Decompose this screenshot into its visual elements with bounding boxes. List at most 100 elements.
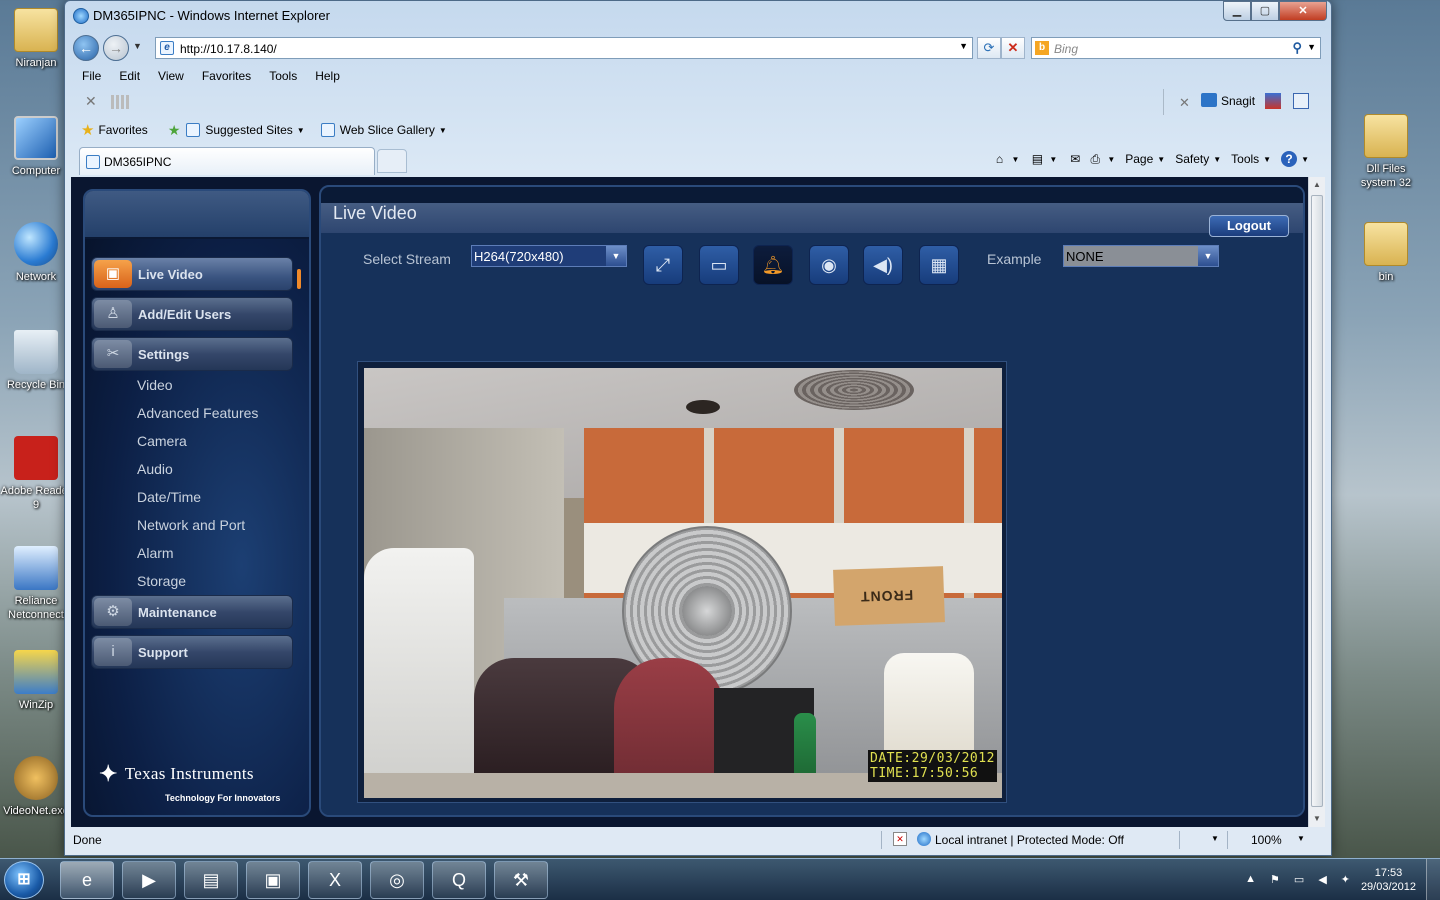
close-button[interactable]: ✕ <box>1279 1 1327 21</box>
chevron-down-icon[interactable]: ▼ <box>1263 155 1271 164</box>
print-icon[interactable]: ⎙ <box>1087 151 1103 167</box>
settings-subitem-camera[interactable]: Camera <box>137 433 187 449</box>
snapshot-button[interactable]: ▭ <box>699 245 739 285</box>
stop-button[interactable]: ✕ <box>1001 37 1025 59</box>
scroll-thumb[interactable] <box>1311 195 1323 807</box>
menu-file[interactable]: File <box>73 65 110 87</box>
zoom-dropdown-icon[interactable]: ▼ <box>1297 834 1305 843</box>
logout-button[interactable]: Logout <box>1209 215 1289 237</box>
settings-subitem-storage[interactable]: Storage <box>137 573 186 589</box>
new-tab-button[interactable] <box>377 149 407 173</box>
safety-menu-button[interactable]: Safety <box>1175 152 1209 166</box>
fullscreen-button[interactable]: ⤢ <box>643 245 683 285</box>
example-select[interactable]: NONE ▼ <box>1063 245 1219 267</box>
nav-live-video[interactable]: ▣ Live Video <box>91 257 293 291</box>
menu-help[interactable]: Help <box>306 65 349 87</box>
snagit-capture-icon[interactable] <box>1265 93 1281 109</box>
network-tray-icon[interactable]: ▭ <box>1294 873 1304 886</box>
minimize-button[interactable]: ▁ <box>1223 1 1251 21</box>
desktop-icon-winzip[interactable]: WinZip <box>0 650 72 712</box>
desktop-icon-recycle-bin[interactable]: Recycle Bin <box>0 330 72 392</box>
refresh-button[interactable]: ⟳ <box>977 37 1001 59</box>
search-placeholder[interactable]: Bing <box>1054 42 1078 56</box>
chevron-down-icon[interactable]: ▼ <box>1211 834 1219 843</box>
settings-subitem-alarm[interactable]: Alarm <box>137 545 174 561</box>
tab-dm365ipnc[interactable]: DM365IPNC <box>79 147 375 175</box>
chevron-down-icon[interactable]: ▼ <box>297 126 305 135</box>
settings-subitem-video[interactable]: Video <box>137 377 173 393</box>
scroll-up-icon[interactable]: ▲ <box>1309 177 1325 193</box>
tools-menu-button[interactable]: Tools <box>1231 152 1259 166</box>
alarm-button[interactable]: 🔔︎ <box>753 245 793 285</box>
connection-tray-icon[interactable]: ✦ <box>1341 873 1350 886</box>
favorites-button[interactable]: Favorites <box>98 123 147 137</box>
back-button[interactable]: ← <box>73 35 99 61</box>
chevron-down-icon[interactable]: ▼ <box>439 126 447 135</box>
chevron-down-icon[interactable]: ▼ <box>1011 155 1019 164</box>
chevron-down-icon[interactable]: ▼ <box>1213 155 1221 164</box>
taskbar-tools-button[interactable]: ⚒ <box>494 861 548 899</box>
record-button[interactable]: ◉ <box>809 245 849 285</box>
chevron-down-icon[interactable]: ▼ <box>1198 246 1218 266</box>
chevron-down-icon[interactable]: ▼ <box>1049 155 1057 164</box>
audio-button[interactable]: ◀) <box>863 245 903 285</box>
vertical-scrollbar[interactable]: ▲ ▼ <box>1308 177 1325 827</box>
taskbar-ie-button[interactable]: e <box>60 861 114 899</box>
show-desktop-button[interactable] <box>1426 859 1440 900</box>
recent-pages-dropdown-icon[interactable]: ▼ <box>133 41 142 51</box>
feeds-icon[interactable]: ▤ <box>1029 151 1045 167</box>
clock[interactable]: 17:53 29/03/2012 <box>1361 866 1416 894</box>
page-menu-button[interactable]: Page <box>1125 152 1153 166</box>
snagit-button[interactable]: Snagit <box>1221 94 1255 108</box>
settings-subitem-network-port[interactable]: Network and Port <box>137 517 245 533</box>
start-button[interactable]: ⊞ <box>4 861 44 899</box>
menu-favorites[interactable]: Favorites <box>193 65 260 87</box>
maximize-button[interactable]: ▢ <box>1251 1 1279 21</box>
volume-icon[interactable]: ◀ <box>1318 873 1326 886</box>
zoom-level[interactable]: 100% <box>1251 833 1282 847</box>
desktop-icon-niranjan[interactable]: Niranjan <box>0 8 72 70</box>
nav-settings[interactable]: ✂ Settings <box>91 337 293 371</box>
sd-card-button[interactable]: ▦ <box>919 245 959 285</box>
address-bar[interactable]: e http://10.17.8.140/ ▼ <box>155 37 973 59</box>
menu-edit[interactable]: Edit <box>110 65 149 87</box>
nav-maintenance[interactable]: ⚙ Maintenance <box>91 595 293 629</box>
home-icon[interactable]: ⌂ <box>991 151 1007 167</box>
web-slice-gallery-link[interactable]: Web Slice Gallery <box>340 123 435 137</box>
desktop-icon-network[interactable]: Network <box>0 222 72 284</box>
chevron-down-icon[interactable]: ▼ <box>1157 155 1165 164</box>
forward-button[interactable]: → <box>103 35 129 61</box>
settings-subitem-advanced-features[interactable]: Advanced Features <box>137 405 258 421</box>
taskbar-explorer-button[interactable]: ▤ <box>184 861 238 899</box>
chevron-down-icon[interactable]: ▼ <box>1107 155 1115 164</box>
help-icon[interactable]: ? <box>1281 151 1298 167</box>
search-icon[interactable]: ⚲ <box>1292 40 1302 56</box>
close-snagit-toolbar-icon[interactable]: ✕ <box>1179 95 1190 111</box>
close-toolbar-icon[interactable]: ✕ <box>85 93 97 110</box>
taskbar-qt-button[interactable]: Q <box>432 861 486 899</box>
menu-view[interactable]: View <box>149 65 193 87</box>
taskbar-remote-desktop-button[interactable]: ▣ <box>246 861 300 899</box>
show-hidden-icons-icon[interactable]: ▲ <box>1245 873 1256 886</box>
desktop-icon-adobe-reader[interactable]: Adobe Reader 9 <box>0 436 72 512</box>
desktop-icon-videonet[interactable]: VideoNet.exe <box>0 756 72 818</box>
stream-select[interactable]: H264(720x480) ▼ <box>471 245 627 267</box>
favorites-star-icon[interactable]: ★ <box>81 121 94 139</box>
title-bar[interactable]: DM365IPNC - Windows Internet Explorer ▁ … <box>65 1 1331 29</box>
address-dropdown-icon[interactable]: ▼ <box>959 41 968 51</box>
nav-support[interactable]: i Support <box>91 635 293 669</box>
nav-add-edit-users[interactable]: ♙ Add/Edit Users <box>91 297 293 331</box>
snagit-icon[interactable] <box>1201 93 1217 107</box>
desktop-icon-dll-files[interactable]: Dll Files system 32 <box>1350 114 1422 190</box>
taskbar-media-player-button[interactable]: ▶ <box>122 861 176 899</box>
settings-subitem-date-time[interactable]: Date/Time <box>137 489 201 505</box>
search-options-dropdown-icon[interactable]: ▼ <box>1307 42 1316 52</box>
add-favorite-icon[interactable]: ★ <box>168 122 181 139</box>
action-center-flag-icon[interactable]: ⚑ <box>1270 873 1280 886</box>
security-zone-text[interactable]: Local intranet | Protected Mode: Off <box>935 833 1124 847</box>
snagit-settings-icon[interactable] <box>1293 93 1309 109</box>
search-box[interactable]: b Bing ⚲ ▼ <box>1031 37 1321 59</box>
read-mail-icon[interactable]: ✉ <box>1067 151 1083 167</box>
desktop-icon-bin[interactable]: bin <box>1350 222 1422 284</box>
blocked-content-icon[interactable]: ✕ <box>893 832 907 846</box>
